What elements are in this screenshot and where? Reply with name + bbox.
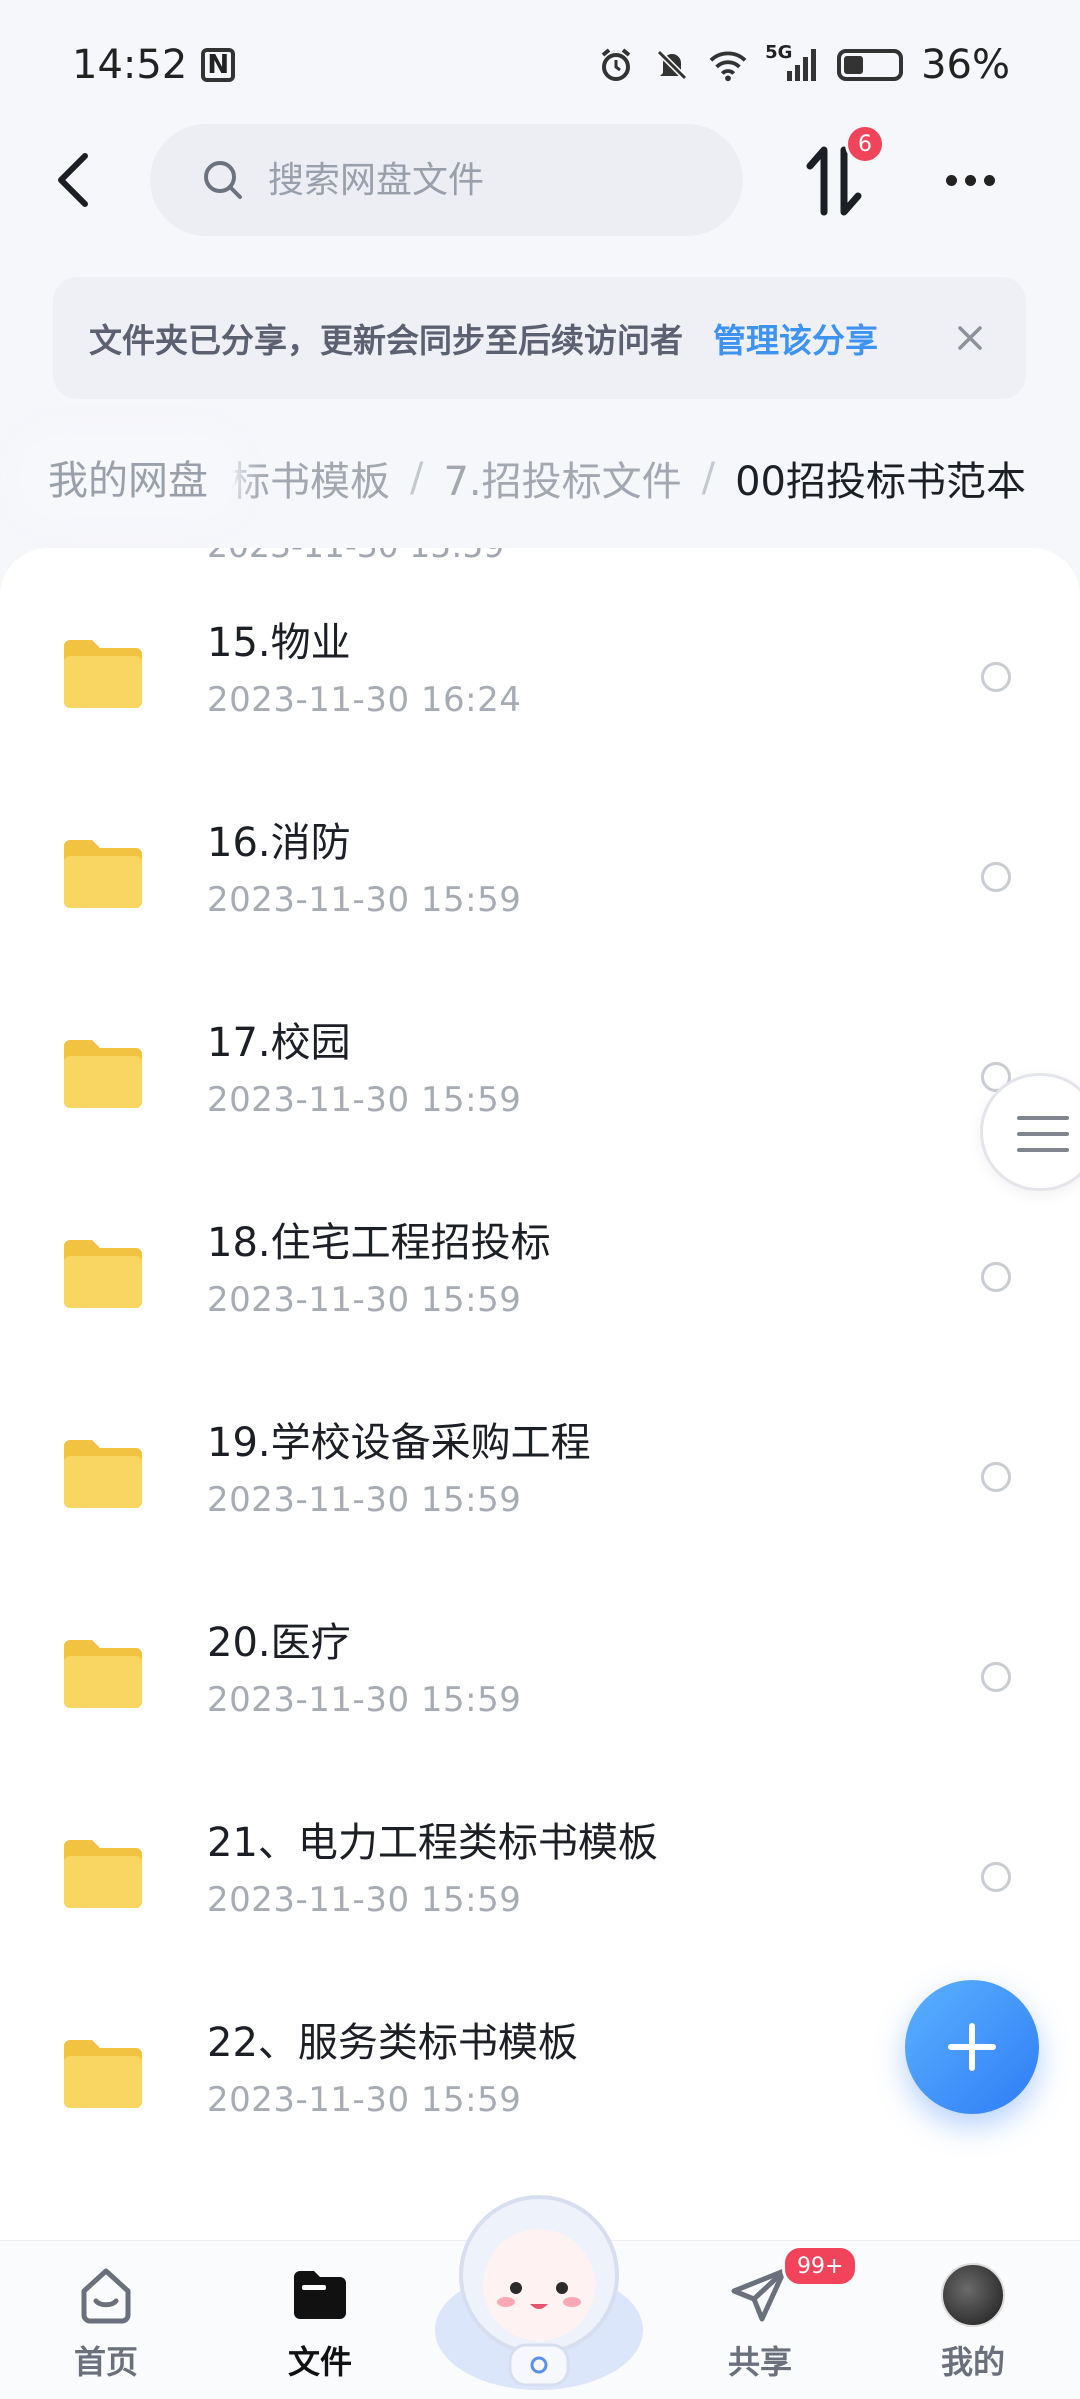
file-name: 19.学校设备采购工程 [207,1420,591,1466]
avatar [941,2263,1005,2327]
file-row[interactable]: 15.物业 2023-11-30 16:24 [0,588,1080,788]
battery-fill [844,56,864,74]
file-row[interactable]: 17.校园 2023-11-30 15:59 [0,988,1080,1188]
file-row[interactable]: 20.医疗 2023-11-30 15:59 [0,1588,1080,1788]
file-row[interactable]: 19.学校设备采购工程 2023-11-30 15:59 [0,1388,1080,1588]
file-name: 17.校园 [207,1020,351,1066]
breadcrumb-item[interactable]: 7.招投标文件 [443,449,681,507]
home-icon [74,2263,138,2327]
file-row[interactable]: 16.消防 2023-11-30 15:59 [0,788,1080,988]
file-name: 21、电力工程类标书模板 [207,1820,658,1866]
folder-icon [64,1440,142,1508]
tab-mine[interactable]: 我的 [903,2263,1043,2383]
add-button[interactable] [905,1980,1039,2114]
breadcrumb-separator: / [701,454,716,501]
breadcrumb-item[interactable]: 标书模板 [230,449,390,507]
breadcrumb-current: 00招投标书范本 [735,458,1026,505]
file-date: 2023-11-30 15:59 [207,1480,522,1520]
mute-bell-icon [653,46,691,84]
file-name: 22、服务类标书模板 [207,2020,578,2066]
file-name: 18.住宅工程招投标 [207,1220,551,1266]
close-banner-button[interactable] [950,318,990,358]
cellular-5g-icon: 5G [765,42,819,84]
battery-icon [837,49,904,81]
tab-label: 文件 [287,2343,352,2381]
partial-row-date: 2023-11-30 15:59 [207,548,504,565]
status-time: 14:52 [72,42,188,88]
manage-share-link[interactable]: 管理该分享 [713,314,878,362]
mascot-astronaut-icon [435,2195,643,2390]
tab-label: 共享 [727,2343,792,2381]
folder-icon [64,840,142,908]
share-banner-message: 文件夹已分享，更新会同步至后续访问者 [89,321,683,360]
file-date: 2023-11-30 15:59 [207,1080,522,1120]
plus-icon [948,2023,996,2071]
select-checkbox[interactable] [981,1462,1011,1492]
folder-icon [64,2040,142,2108]
tab-home[interactable]: 首页 [36,2263,176,2383]
tab-files[interactable]: 文件 [250,2263,390,2383]
select-checkbox[interactable] [981,1862,1011,1892]
breadcrumb-trail: 标书模板 / 7.招投标文件 / 00招投标书范本 [230,430,1026,525]
share-banner: 文件夹已分享，更新会同步至后续访问者 管理该分享 [53,277,1026,399]
nfc-icon: N [201,48,236,82]
more-dot-icon [945,174,957,186]
file-name: 16.消防 [207,820,351,866]
file-date: 2023-11-30 15:59 [207,1880,522,1920]
wifi-icon [709,46,747,84]
status-right: 5G 36% [597,42,1010,88]
file-row[interactable]: 18.住宅工程招投标 2023-11-30 15:59 [0,1188,1080,1388]
more-button[interactable] [930,150,1010,210]
close-icon [958,326,982,350]
tab-label: 首页 [73,2343,138,2381]
select-checkbox[interactable] [981,1662,1011,1692]
transfer-badge: 6 [845,124,885,164]
file-date: 2023-11-30 15:59 [207,1280,522,1320]
mascot-button[interactable] [432,2180,647,2395]
file-row[interactable]: 21、电力工程类标书模板 2023-11-30 15:59 [0,1788,1080,1988]
tab-label: 我的 [940,2343,1005,2381]
file-name: 20.医疗 [207,1620,351,1666]
breadcrumb-separator: / [409,454,424,501]
search-icon [204,161,242,199]
select-checkbox[interactable] [981,1262,1011,1292]
file-name: 15.物业 [207,620,351,666]
folder-icon [64,640,142,708]
battery-percent: 36% [921,42,1010,88]
menu-lines-icon [1017,1116,1069,1152]
alarm-icon [597,46,635,84]
folder-filled-icon [288,2263,352,2327]
back-button[interactable] [38,145,108,215]
folder-icon [64,1240,142,1308]
select-checkbox[interactable] [981,862,1011,892]
network-label: 5G [765,42,793,63]
status-left: 14:52 N [72,42,236,88]
folder-icon [64,1840,142,1908]
more-dot-icon [964,174,976,186]
folder-icon [64,1640,142,1708]
share-badge: 99+ [782,2245,859,2287]
more-dot-icon [983,174,995,186]
file-date: 2023-11-30 16:24 [207,680,522,720]
file-date: 2023-11-30 15:59 [207,1680,522,1720]
search-box[interactable] [150,124,743,236]
file-date: 2023-11-30 15:59 [207,2080,522,2120]
select-checkbox[interactable] [981,662,1011,692]
file-date: 2023-11-30 15:59 [207,880,522,920]
folder-icon [64,1040,142,1108]
chevron-left-icon [58,153,88,207]
top-bar: 6 [0,120,1080,240]
search-input[interactable] [266,158,690,202]
status-bar: 14:52 N 5G 36% [0,0,1080,130]
breadcrumb-root[interactable]: 我的网盘 [20,435,236,519]
file-list: 2023-11-30 15:59 15.物业 2023-11-30 16:24 … [0,548,1080,2240]
